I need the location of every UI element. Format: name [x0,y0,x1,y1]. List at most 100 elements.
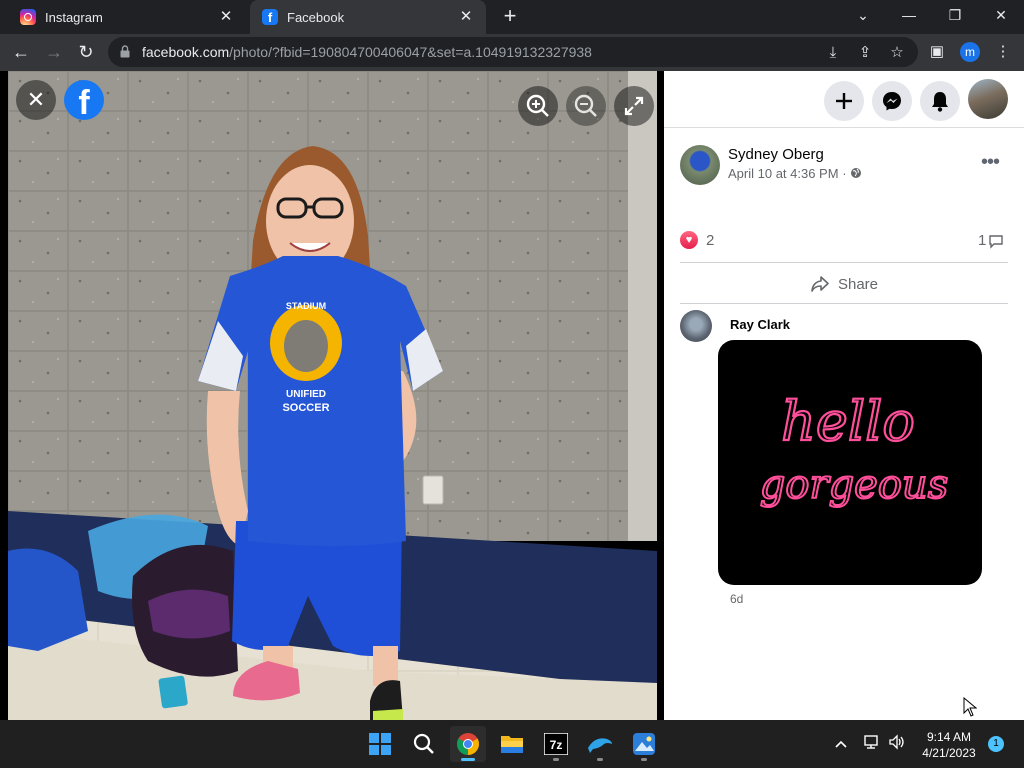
share-arrow-icon [811,276,829,292]
new-tab-button[interactable]: + [498,5,522,29]
forward-button[interactable]: → [41,39,67,65]
file-explorer-button[interactable] [494,726,530,762]
search-icon [413,733,434,754]
more-options-icon[interactable]: ••• [978,151,1002,174]
zoom-in-button[interactable] [518,86,558,126]
system-clock[interactable]: 9:14 AM 4/21/2023 [912,729,986,761]
close-icon[interactable]: ✕ [218,9,234,25]
browser-tab-strip: Instagram ✕ f Facebook ✕ + ⌄ — ❐ ✕ [0,0,1024,34]
comment-count-link[interactable]: 1 [978,232,1004,249]
share-icon[interactable]: ⇪ [856,44,874,62]
lock-icon [120,45,130,58]
messenger-button[interactable] [872,81,912,121]
post-timestamp[interactable]: April 10 at 4:36 PM [728,166,839,181]
running-indicator [641,758,647,761]
photo-viewer: STADIUM UNIFIED SOCCER ✕ f [0,71,664,720]
comment-count: 1 [978,232,987,249]
svg-text:7z: 7z [550,738,563,752]
shirt-text-unified: UNIFIED [286,389,326,400]
gif-text-hello: hello [781,390,915,453]
download-icon[interactable]: ⤓ [824,44,842,62]
globe-icon [851,168,862,178]
meta-separator: · [842,166,847,181]
share-button[interactable]: Share [680,267,1008,301]
running-indicator [553,758,559,761]
url-path: /photo/?fbid=190804700406047&set=a.10491… [229,44,592,60]
chevron-up-icon[interactable] [831,734,851,754]
divider [680,303,1008,304]
folder-icon [501,736,523,753]
active-indicator [461,758,475,761]
bookmark-star-icon[interactable]: ☆ [888,44,906,62]
comment-bubble-icon [989,234,1004,249]
tab-instagram[interactable]: Instagram ✕ [8,0,246,34]
tab-facebook[interactable]: f Facebook ✕ [250,0,486,34]
notification-badge[interactable]: 1 [988,736,1004,752]
author-name[interactable]: Sydney Oberg [728,146,824,163]
profile-avatar[interactable]: m [960,42,980,62]
shirt-text-soccer: SOCCER [282,402,329,414]
side-panel-icon[interactable]: ▣ [928,43,946,61]
7zip-icon: 7z [544,733,568,755]
shirt-text-stadium: STADIUM [286,301,326,311]
account-avatar[interactable] [968,79,1008,119]
address-bar[interactable]: facebook.com/photo/?fbid=190804700406047… [108,37,918,67]
instagram-icon [20,9,36,25]
reactions-summary[interactable]: ♥ 2 [680,231,714,249]
close-window-button[interactable]: ✕ [978,0,1024,34]
close-viewer-button[interactable]: ✕ [16,80,56,120]
comment-gif[interactable]: hello gorgeous [718,340,982,585]
clock-time: 9:14 AM [926,730,972,744]
volume-icon[interactable] [887,734,907,754]
back-button[interactable]: ← [8,39,34,65]
post-photo: STADIUM UNIFIED SOCCER [8,71,657,720]
facebook-logo[interactable]: f [64,80,104,122]
windows-taskbar: 7z 9:14 AM 4/21/2023 1 [0,720,1024,768]
browser-toolbar: ← → ↻ facebook.com/photo/?fbid=190804700… [0,34,1024,71]
kebab-menu-icon[interactable]: ⋮ [994,43,1012,61]
windows-start-icon [369,733,391,755]
close-icon[interactable]: ✕ [458,9,474,25]
tab-title: Instagram [45,9,103,25]
facebook-icon: f [262,9,278,25]
divider [680,262,1008,263]
bell-icon [932,92,948,112]
zoom-in-icon [526,94,549,117]
post-meta: April 10 at 4:36 PM · [728,166,862,181]
plus-icon [836,93,852,109]
facebook-top-bar [664,71,1024,128]
create-button[interactable] [824,81,864,121]
restore-button[interactable]: ❐ [932,0,978,34]
photos-app-button[interactable] [626,726,662,762]
dolphin-icon [588,738,612,753]
love-reaction-icon: ♥ [680,231,698,249]
tab-title: Facebook [287,9,345,25]
post-details-panel: Sydney Oberg April 10 at 4:36 PM · ••• ♥… [664,71,1024,720]
reaction-count: 2 [706,231,715,249]
messenger-icon [883,92,901,111]
minimize-button[interactable]: — [886,0,932,34]
clock-date: 4/21/2023 [922,746,976,760]
start-button[interactable] [362,726,398,762]
commenter-name[interactable]: Ray Clark [730,317,790,332]
chevron-down-icon[interactable]: ⌄ [840,0,886,34]
chrome-icon [457,733,479,755]
expand-icon [624,96,644,116]
search-button[interactable] [406,726,442,762]
dolphin-app-button[interactable] [582,726,618,762]
zoom-out-button[interactable] [566,86,606,126]
gif-text-gorgeous: gorgeous [760,462,948,508]
fullscreen-button[interactable] [614,86,654,126]
network-icon[interactable] [862,734,882,754]
comment-time[interactable]: 6d [730,592,743,606]
zoom-out-icon [574,94,597,117]
chrome-taskbar-button[interactable] [450,726,486,762]
mouse-cursor-icon [963,697,977,717]
reload-button[interactable]: ↻ [73,39,99,65]
url-host: facebook.com [142,44,230,60]
url-text: facebook.com/photo/?fbid=190804700406047… [142,44,592,60]
author-avatar[interactable] [680,145,720,185]
notifications-button[interactable] [920,81,960,121]
7zip-button[interactable]: 7z [538,726,574,762]
commenter-avatar[interactable] [680,310,712,342]
